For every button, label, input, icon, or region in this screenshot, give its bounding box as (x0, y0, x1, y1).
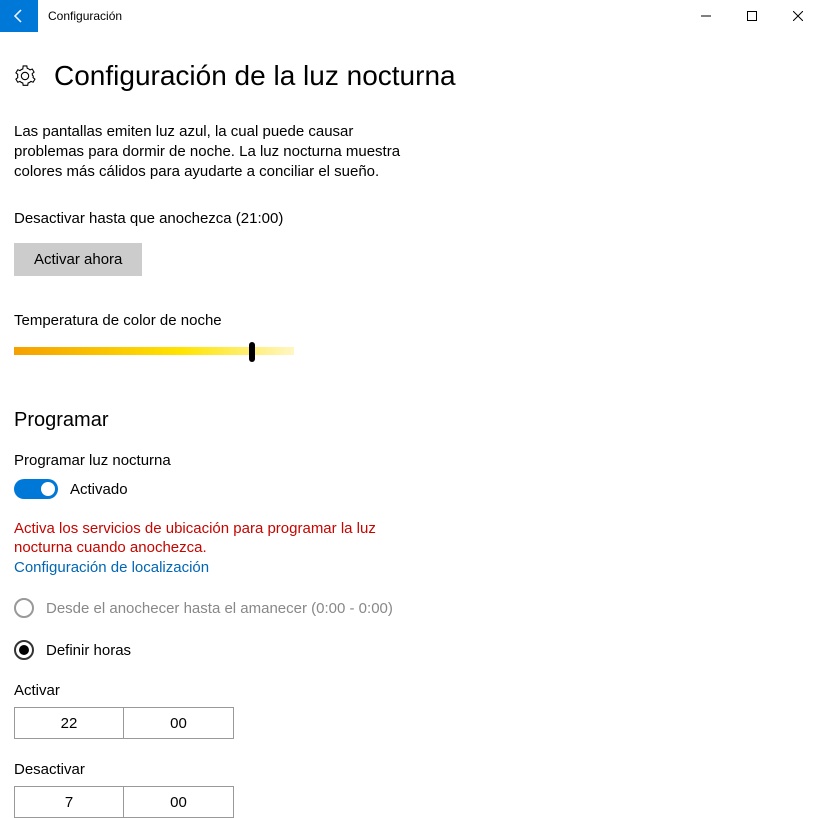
activate-now-button[interactable]: Activar ahora (14, 243, 142, 276)
window-title: Configuración (48, 9, 683, 23)
maximize-icon (747, 11, 757, 21)
turn-on-label: Activar (14, 682, 807, 699)
close-icon (793, 11, 803, 21)
location-settings-link[interactable]: Configuración de localización (14, 559, 807, 576)
radio-set-hours[interactable] (14, 640, 34, 660)
minimize-button[interactable] (683, 0, 729, 32)
color-temp-label: Temperatura de color de noche (14, 312, 807, 329)
schedule-toggle[interactable] (14, 479, 58, 499)
back-button[interactable] (0, 0, 38, 32)
radio-sunset-sunrise[interactable] (14, 598, 34, 618)
toggle-knob (41, 482, 55, 496)
slider-thumb[interactable] (249, 342, 255, 362)
maximize-button[interactable] (729, 0, 775, 32)
status-line: Desactivar hasta que anochezca (21:00) (14, 210, 807, 227)
page-title: Configuración de la luz nocturna (54, 60, 456, 92)
page-description: Las pantallas emiten luz azul, la cual p… (14, 122, 424, 182)
close-button[interactable] (775, 0, 821, 32)
gear-icon (14, 65, 36, 87)
radio-hours-label: Definir horas (46, 642, 131, 659)
schedule-heading: Programar (14, 409, 807, 432)
off-minute-field[interactable]: 00 (124, 786, 234, 818)
minimize-icon (701, 11, 711, 21)
on-minute-field[interactable]: 00 (124, 707, 234, 739)
off-hour-field[interactable]: 7 (14, 786, 124, 818)
arrow-left-icon (11, 8, 27, 24)
turn-off-time-picker[interactable]: 7 00 (14, 786, 807, 818)
color-temp-slider[interactable] (14, 339, 294, 363)
turn-on-time-picker[interactable]: 22 00 (14, 707, 807, 739)
radio-sunset-label: Desde el anochecer hasta el amanecer (0:… (46, 600, 393, 617)
location-warning: Activa los servicios de ubicación para p… (14, 519, 414, 557)
on-hour-field[interactable]: 22 (14, 707, 124, 739)
toggle-state-label: Activado (70, 481, 128, 498)
turn-off-label: Desactivar (14, 761, 807, 778)
schedule-toggle-label: Programar luz nocturna (14, 452, 807, 469)
